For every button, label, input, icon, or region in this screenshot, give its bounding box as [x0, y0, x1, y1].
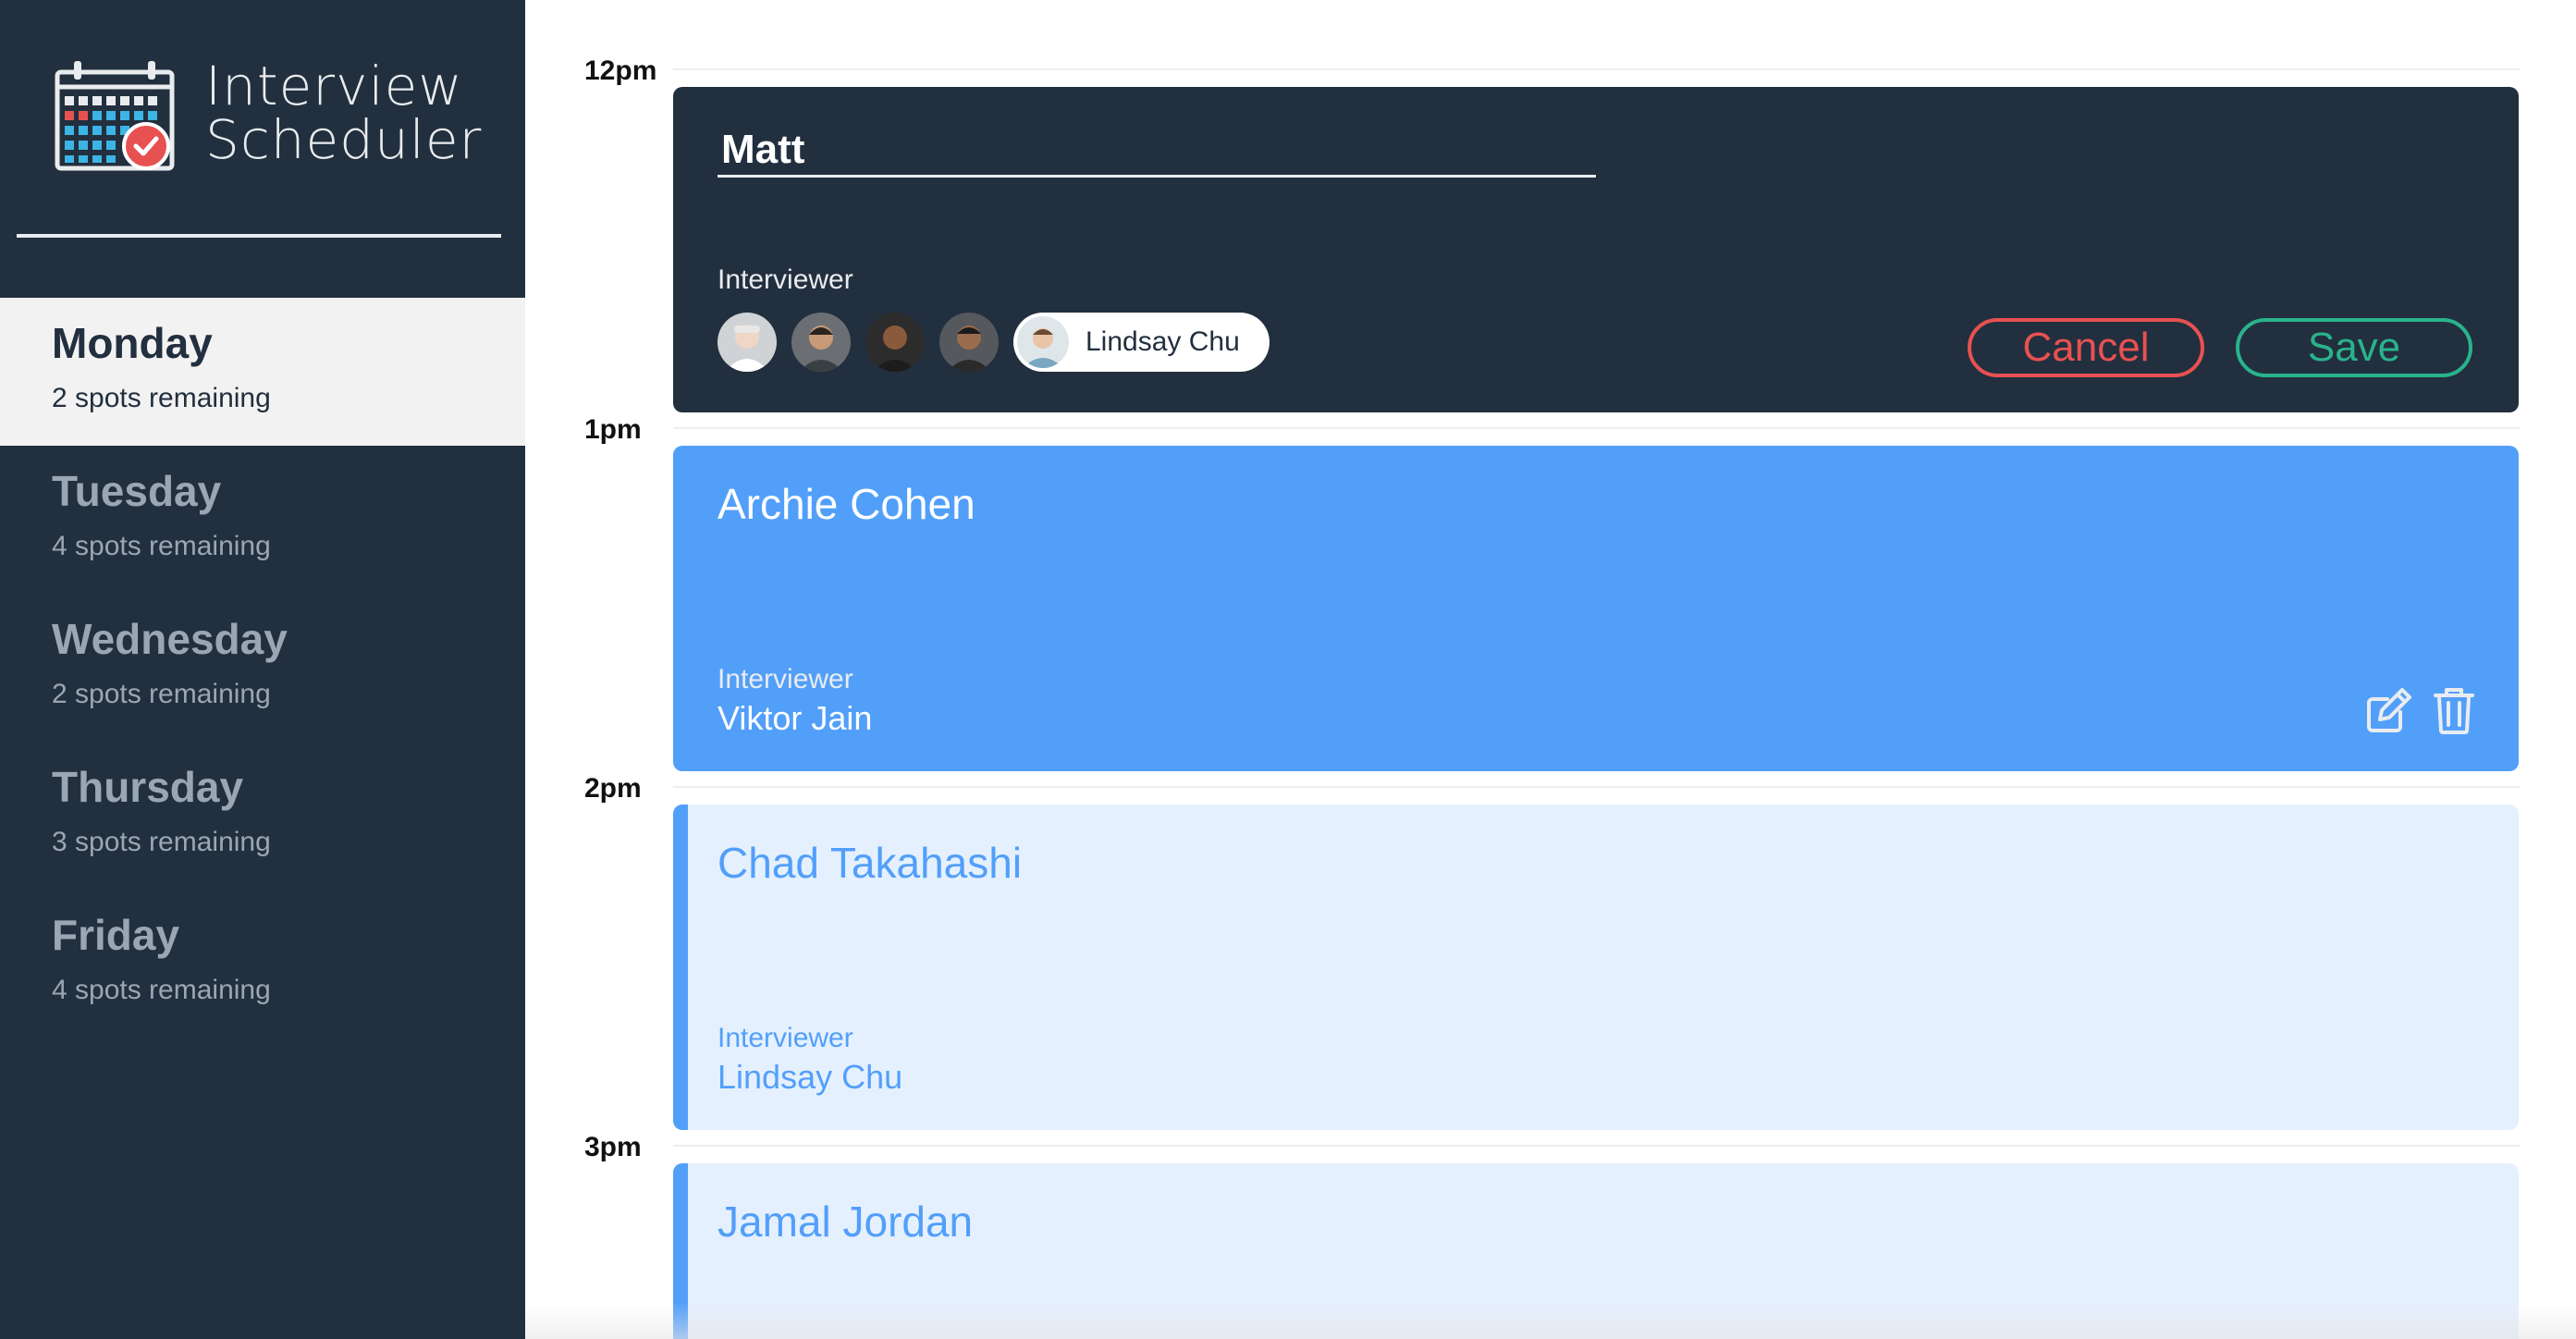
- interviewer-avatar: [1017, 316, 1069, 368]
- time-label: 1pm: [584, 414, 642, 445]
- time-label: 3pm: [584, 1132, 642, 1162]
- interviewer-label: Interviewer: [718, 1023, 853, 1053]
- appointment-card[interactable]: Jamal Jordan: [673, 1163, 2519, 1339]
- app-title-line2: Scheduler: [205, 108, 483, 171]
- sidebar-divider: [17, 234, 501, 238]
- time-label: 12pm: [584, 55, 657, 86]
- day-name: Thursday: [52, 763, 244, 811]
- interviewer-list: Lindsay Chu: [718, 313, 1270, 372]
- selected-interviewer[interactable]: Lindsay Chu: [1013, 313, 1270, 372]
- day-spots: 4 spots remaining: [52, 975, 271, 1005]
- day-spots: 2 spots remaining: [52, 383, 271, 413]
- day-item-thursday[interactable]: Thursday 3 spots remaining: [0, 742, 525, 890]
- slot-divider: [673, 427, 2521, 429]
- day-name: Wednesday: [52, 615, 288, 663]
- student-name: Jamal Jordan: [718, 1198, 974, 1246]
- day-name: Friday: [52, 911, 180, 959]
- student-name: Chad Takahashi: [718, 839, 1023, 887]
- day-item-tuesday[interactable]: Tuesday 4 spots remaining: [0, 446, 525, 594]
- slot-divider: [673, 786, 2521, 788]
- appointment-actions: [2363, 684, 2480, 736]
- app-title-line1: Interview: [205, 55, 463, 117]
- cancel-button[interactable]: Cancel: [1968, 318, 2204, 377]
- interviewer-avatar[interactable]: [718, 313, 777, 372]
- day-name: Monday: [52, 319, 213, 367]
- day-item-monday[interactable]: Monday 2 spots remaining: [0, 298, 525, 446]
- day-spots: 3 spots remaining: [52, 827, 271, 857]
- schedule: 12pm Interviewer Lindsay Chu C: [525, 0, 2576, 1339]
- student-name: Archie Cohen: [718, 480, 975, 528]
- trash-icon[interactable]: [2428, 684, 2480, 736]
- slot-divider: [673, 68, 2521, 70]
- interviewer-avatar[interactable]: [865, 313, 925, 372]
- interviewer-name: Lindsay Chu: [718, 1058, 903, 1096]
- appointment-card[interactable]: Chad Takahashi Interviewer Lindsay Chu: [673, 805, 2519, 1130]
- calendar-check-icon: [55, 61, 175, 171]
- save-button[interactable]: Save: [2236, 318, 2472, 377]
- slot-divider: [673, 1145, 2521, 1147]
- interviewer-label: Interviewer: [718, 264, 853, 295]
- app-title: Interview Scheduler: [205, 59, 482, 166]
- edit-icon[interactable]: [2363, 684, 2415, 736]
- interviewer-avatar[interactable]: [791, 313, 851, 372]
- day-spots: 2 spots remaining: [52, 679, 271, 709]
- interviewer-label: Interviewer: [718, 664, 853, 694]
- appointment-form: Interviewer Lindsay Chu Cancel Save: [673, 87, 2519, 412]
- appointment-card[interactable]: Archie Cohen Interviewer Viktor Jain: [673, 446, 2519, 771]
- day-name: Tuesday: [52, 467, 222, 515]
- sidebar: Interview Scheduler Monday 2 spots remai…: [0, 0, 525, 1339]
- student-name-input[interactable]: [718, 124, 1596, 178]
- interviewer-avatar[interactable]: [939, 313, 999, 372]
- day-spots: 4 spots remaining: [52, 531, 271, 561]
- day-list: Monday 2 spots remaining Tuesday 4 spots…: [0, 298, 525, 1038]
- time-label: 2pm: [584, 773, 642, 804]
- day-item-friday[interactable]: Friday 4 spots remaining: [0, 890, 525, 1038]
- interviewer-name: Viktor Jain: [718, 699, 873, 737]
- day-item-wednesday[interactable]: Wednesday 2 spots remaining: [0, 594, 525, 742]
- selected-interviewer-name: Lindsay Chu: [1086, 326, 1240, 357]
